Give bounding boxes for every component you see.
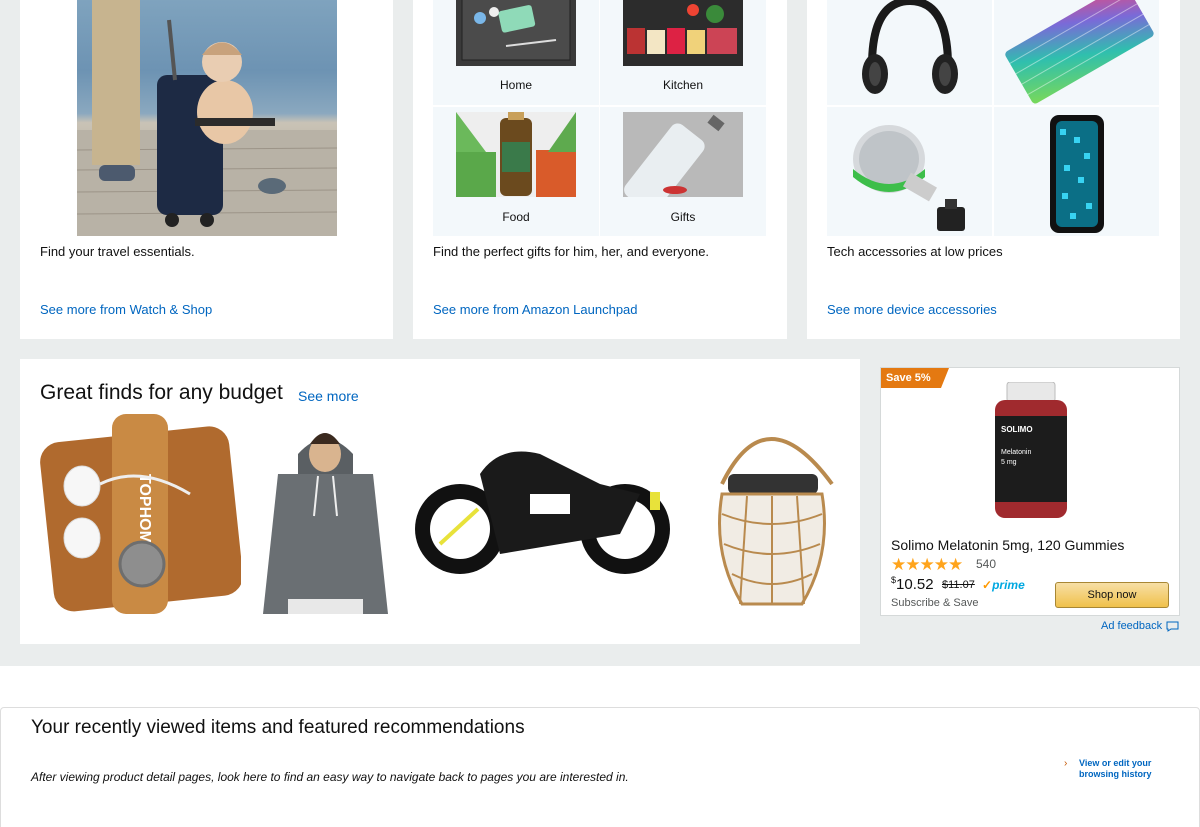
tile-label: Kitchen xyxy=(662,78,704,92)
card-description: Tech accessories at low prices xyxy=(827,244,1003,259)
great-finds-carousel: Great finds for any budget See more TOPH… xyxy=(20,359,860,644)
device-accessories-card: Tech accessories at low prices See more … xyxy=(807,0,1180,339)
gifts-image xyxy=(623,112,743,197)
subscribe-and-save-label: Subscribe & Save xyxy=(891,597,979,609)
tile-home[interactable]: Home xyxy=(433,0,599,105)
prime-badge: ✓prime xyxy=(982,578,1025,592)
tile-gifts[interactable]: Gifts xyxy=(600,107,766,236)
chevron-right-icon: › xyxy=(1064,758,1068,769)
tile-label: Gifts xyxy=(670,210,696,224)
keyboard-cover-tile[interactable] xyxy=(994,0,1159,105)
ad-price: $10.52 xyxy=(891,575,934,593)
see-more-device-accessories-link[interactable]: See more device accessories xyxy=(827,302,997,317)
amazon-launchpad-card: Home Kitchen Food Gifts Find the perfect… xyxy=(413,0,787,339)
kitchen-image xyxy=(623,0,743,66)
speech-bubble-icon[interactable] xyxy=(1166,621,1179,632)
price-value: 10.52 xyxy=(896,576,934,593)
see-more-launchpad-link[interactable]: See more from Amazon Launchpad xyxy=(433,302,638,317)
recently-viewed-description: After viewing product detail pages, look… xyxy=(31,770,629,784)
melatonin-bottle-image: SOLIMO Melatonin 5 mg xyxy=(995,382,1067,518)
save-badge: Save 5% xyxy=(881,368,949,388)
cable-organizer-product[interactable]: TOPHOME xyxy=(40,414,241,614)
card-description: Find your travel essentials. xyxy=(40,244,195,259)
prime-check-icon: ✓ xyxy=(982,578,993,592)
ad-feedback-link[interactable]: Ad feedback xyxy=(1101,620,1162,632)
travel-essentials-image[interactable] xyxy=(77,0,337,236)
sponsored-product-ad[interactable]: Save 5% SOLIMO Melatonin 5 mg Solimo Mel… xyxy=(880,367,1180,616)
phone-case-image xyxy=(1050,115,1104,233)
tile-label: Home xyxy=(499,78,532,92)
list-price: $11.07 xyxy=(942,579,975,591)
home-image xyxy=(456,0,576,66)
solimo-brand-text: SOLIMO xyxy=(1001,425,1033,434)
recently-viewed-title: Your recently viewed items and featured … xyxy=(31,717,525,738)
hoodie-product[interactable] xyxy=(258,414,393,614)
browsing-history-link[interactable]: View or edit your browsing history xyxy=(1079,758,1159,780)
ad-product-title[interactable]: Solimo Melatonin 5mg, 120 Gummies xyxy=(891,537,1124,553)
solar-jar-light-product[interactable] xyxy=(692,414,840,614)
watch-and-shop-card: Find your travel essentials. See more fr… xyxy=(20,0,393,339)
recently-viewed-section: Your recently viewed items and featured … xyxy=(0,666,1200,827)
disco-light-tile[interactable] xyxy=(827,107,992,236)
food-image xyxy=(456,112,576,197)
great-finds-see-more-link[interactable]: See more xyxy=(298,388,359,404)
phone-case-tile[interactable] xyxy=(994,107,1159,236)
card-description: Find the perfect gifts for him, her, and… xyxy=(433,244,710,259)
star-rating-icon: ★★★★★ xyxy=(891,555,963,574)
tile-kitchen[interactable]: Kitchen xyxy=(600,0,766,105)
tile-label: Food xyxy=(502,210,530,224)
rating-count[interactable]: 540 xyxy=(976,557,996,571)
keyboard-cover-image xyxy=(1005,0,1154,104)
headphones-tile[interactable] xyxy=(827,0,992,105)
dosage-label-text: 5 mg xyxy=(1001,459,1017,466)
headphones-image xyxy=(862,0,958,94)
shop-now-button[interactable]: Shop now xyxy=(1055,582,1169,608)
melatonin-label-text: Melatonin xyxy=(1001,449,1031,456)
motorcycle-usb-product[interactable] xyxy=(410,414,675,614)
great-finds-title: Great finds for any budget xyxy=(40,381,283,404)
see-more-watch-shop-link[interactable]: See more from Watch & Shop xyxy=(40,302,212,317)
disco-light-image xyxy=(853,125,965,231)
tile-food[interactable]: Food xyxy=(433,107,599,236)
